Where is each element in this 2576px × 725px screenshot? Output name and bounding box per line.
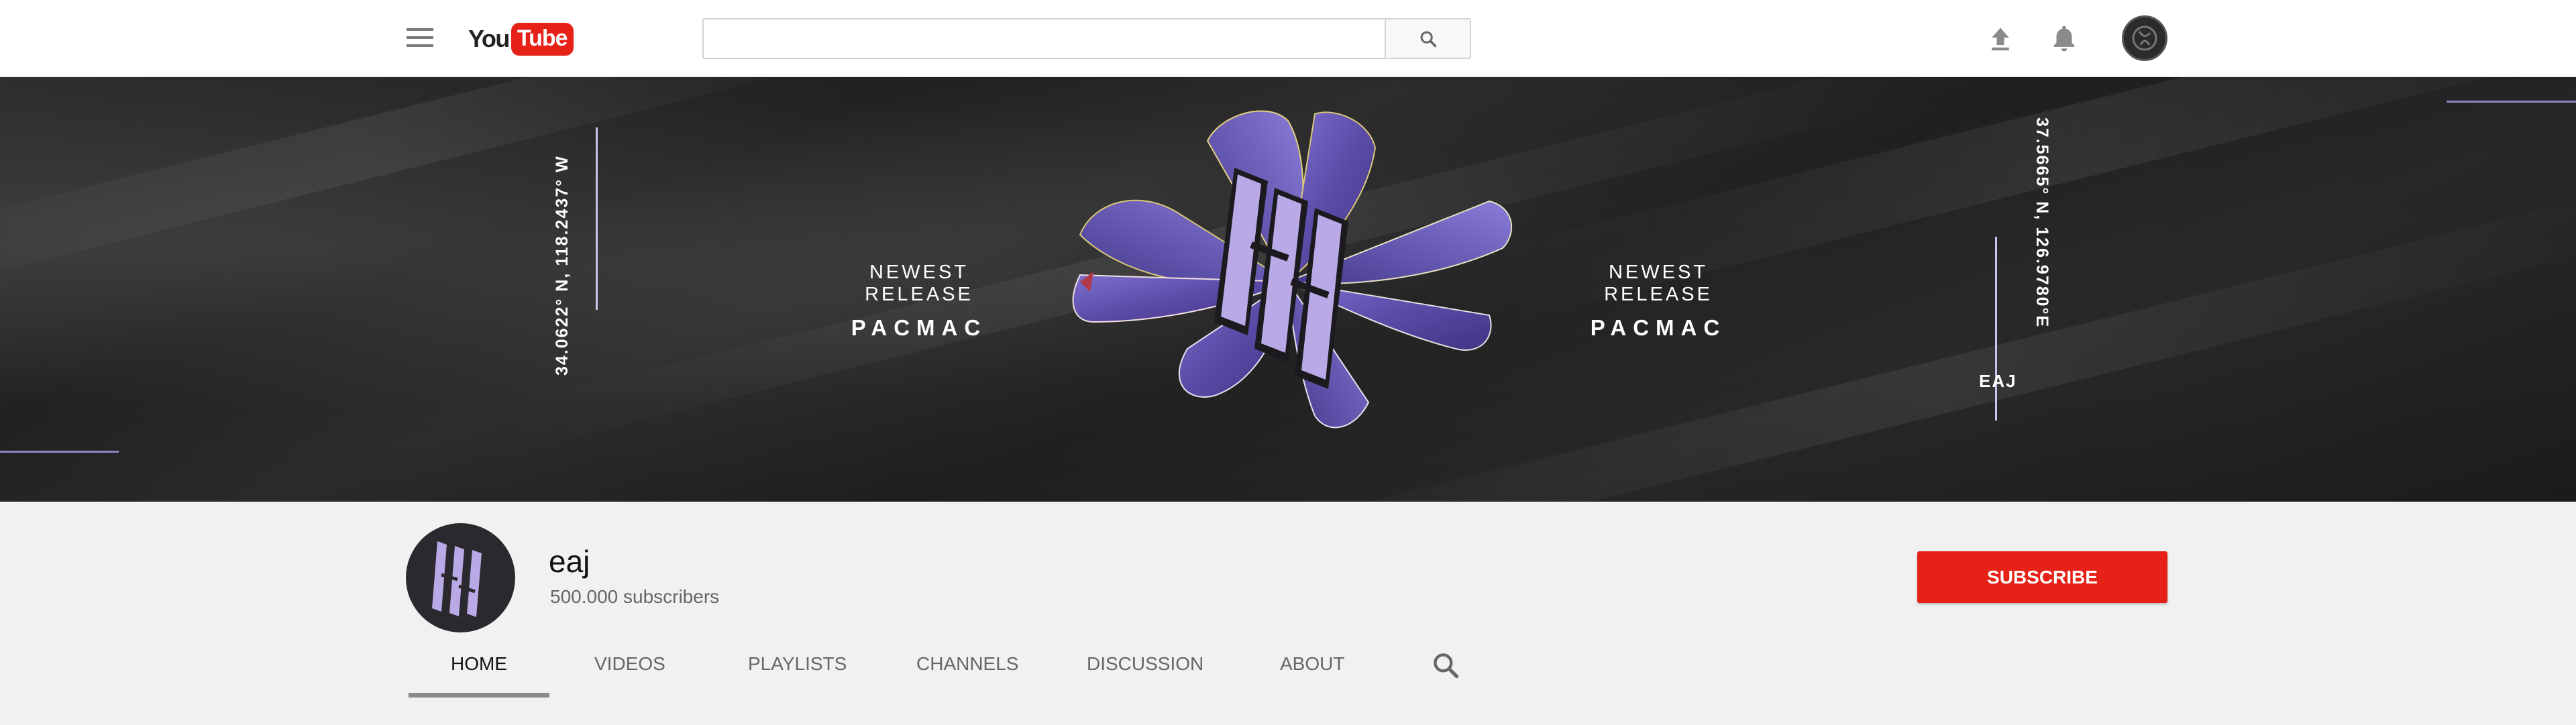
menu-icon[interactable] <box>405 28 435 50</box>
channel-name: eaj <box>549 544 590 579</box>
release-label: NEWEST RELEASE <box>865 262 973 305</box>
tab-playlists[interactable]: PLAYLISTS <box>748 653 847 675</box>
banner-accent-line <box>596 127 598 310</box>
search-bar <box>702 18 1471 59</box>
account-avatar-icon <box>2132 25 2157 51</box>
logo-tube-text: Tube <box>511 22 574 56</box>
release-label: NEWEST RELEASE <box>1604 262 1713 305</box>
tab-videos[interactable]: VIDEOS <box>594 653 665 675</box>
flower-artwork <box>1072 110 1512 429</box>
banner-accent-line <box>2447 101 2576 103</box>
search-input[interactable] <box>702 18 1385 59</box>
upload-icon[interactable] <box>1986 24 2015 54</box>
tab-about[interactable]: ABOUT <box>1280 653 1344 675</box>
logo-you-text: You <box>468 25 510 52</box>
banner-release-left: NEWEST RELEASE PACMAC <box>812 262 1026 341</box>
bell-icon[interactable] <box>2049 23 2080 54</box>
banner-accent-line <box>0 451 119 453</box>
eaj-logo-icon <box>431 541 482 617</box>
top-bar: You Tube <box>0 0 2576 77</box>
youtube-logo[interactable]: You Tube <box>468 21 574 56</box>
tab-home[interactable]: HOME <box>451 653 507 675</box>
banner-artist-tag: EAJ <box>1979 371 2017 391</box>
banner-coordinate-left: 34.0622° N, 118.2437° W <box>553 155 572 376</box>
release-title: PACMAC <box>1590 315 1727 340</box>
banner-accent-line <box>1995 237 1997 421</box>
tab-discussion[interactable]: DISCUSSION <box>1087 653 1203 675</box>
channel-header <box>0 502 2576 725</box>
release-title: PACMAC <box>851 315 987 340</box>
account-avatar[interactable] <box>2122 15 2167 61</box>
search-icon <box>1420 31 1436 47</box>
tab-channels[interactable]: CHANNELS <box>916 653 1018 675</box>
channel-avatar[interactable] <box>406 523 515 632</box>
active-tab-indicator <box>409 693 549 698</box>
banner-release-right: NEWEST RELEASE PACMAC <box>1551 262 1766 341</box>
subscriber-count: 500.000 subscribers <box>550 586 720 607</box>
channel-search-icon[interactable] <box>1431 651 1460 680</box>
subscribe-button[interactable]: SUBSCRIBE <box>1917 551 2167 603</box>
banner-coordinate-right: 37.5665° N, 126.9780°E <box>2033 117 2051 329</box>
search-button[interactable] <box>1385 18 1471 59</box>
